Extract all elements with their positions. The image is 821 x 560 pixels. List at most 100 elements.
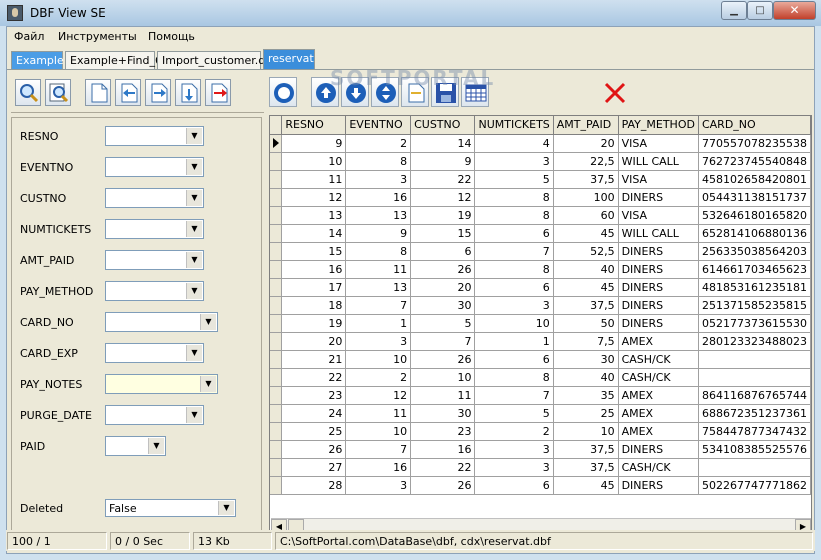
row-indicator[interactable] [270, 440, 283, 459]
table-cell[interactable]: 26 [410, 260, 476, 279]
table-cell[interactable]: 23 [410, 422, 476, 441]
table-cell[interactable]: 8 [345, 152, 412, 171]
field-input-resno[interactable]: ▼ [105, 126, 204, 146]
chevron-down-icon[interactable]: ▼ [200, 314, 216, 330]
table-cell[interactable]: 26 [410, 476, 476, 495]
tab-example-find-6[interactable]: Example+Find_6 [65, 51, 162, 69]
table-cell[interactable]: 1 [345, 314, 412, 333]
table-cell[interactable]: 12 [345, 386, 412, 405]
table-row[interactable]: 11 3 22 5 37,5 VISA 458102658420801 [270, 170, 811, 189]
table-cell[interactable]: 11 [281, 170, 347, 189]
table-cell[interactable]: 614661703465623 [698, 260, 811, 279]
table-row[interactable]: 24 11 30 5 25 AMEX 688672351237361 [270, 404, 811, 423]
menu-help[interactable]: Помощь [148, 30, 195, 43]
table-cell[interactable]: 3 [345, 476, 412, 495]
table-cell[interactable]: 19 [281, 314, 347, 333]
row-indicator[interactable] [270, 260, 283, 279]
table-cell[interactable]: 10 [281, 152, 347, 171]
table-row[interactable]: 17 13 20 6 45 DINERS 481853161235181 [270, 278, 811, 297]
new-record-button[interactable] [85, 79, 111, 106]
table-cell[interactable]: 30 [553, 350, 619, 369]
field-input-numtickets[interactable]: ▼ [105, 219, 204, 239]
table-cell[interactable]: 27 [281, 458, 347, 477]
table-cell[interactable]: 7 [410, 332, 476, 351]
column-header[interactable]: NUMTICKETS [474, 116, 554, 135]
deleted-select[interactable]: False ▼ [105, 499, 236, 517]
table-cell[interactable]: 26 [410, 350, 476, 369]
table-cell[interactable]: 20 [553, 134, 619, 153]
chevron-down-icon[interactable]: ▼ [186, 345, 202, 361]
table-cell[interactable]: 4 [474, 134, 554, 153]
table-cell[interactable]: DINERS [618, 188, 699, 207]
row-indicator[interactable] [270, 296, 283, 315]
row-indicator[interactable] [270, 206, 283, 225]
table-cell[interactable]: 50 [553, 314, 619, 333]
table-cell[interactable]: CASH/CK [618, 458, 699, 477]
table-cell[interactable]: 20 [410, 278, 476, 297]
table-cell[interactable]: 16 [345, 188, 412, 207]
table-cell[interactable]: AMEX [618, 332, 699, 351]
table-cell[interactable]: DINERS [618, 278, 699, 297]
table-cell[interactable]: 14 [281, 224, 347, 243]
chevron-down-icon[interactable]: ▼ [186, 159, 202, 175]
menu-file[interactable]: Файл [14, 30, 44, 43]
table-cell[interactable]: CASH/CK [618, 368, 699, 387]
table-cell[interactable]: 16 [281, 260, 347, 279]
search-button[interactable] [15, 79, 41, 106]
table-cell[interactable]: 3 [345, 332, 412, 351]
table-cell[interactable]: 20 [281, 332, 347, 351]
table-cell[interactable]: 2 [345, 368, 412, 387]
column-header[interactable]: RESNO [281, 116, 347, 135]
table-row[interactable]: 19 1 5 10 50 DINERS 052177373615530 [270, 314, 811, 333]
chevron-down-icon[interactable]: ▼ [148, 438, 164, 454]
table-cell[interactable]: 26 [281, 440, 347, 459]
row-indicator[interactable] [270, 224, 283, 243]
table-cell[interactable]: DINERS [618, 296, 699, 315]
row-indicator[interactable] [270, 278, 283, 297]
table-cell[interactable]: 758447877347432 [698, 422, 811, 441]
table-cell[interactable]: 2 [345, 134, 412, 153]
field-input-card-no[interactable]: ▼ [105, 312, 218, 332]
table-row[interactable]: 28 3 26 6 45 DINERS 502267747771862 [270, 476, 811, 495]
table-cell[interactable]: 30 [410, 296, 476, 315]
table-cell[interactable]: 30 [410, 404, 476, 423]
field-input-amt-paid[interactable]: ▼ [105, 250, 204, 270]
next-record-button[interactable] [145, 79, 171, 106]
table-cell[interactable]: 7 [345, 296, 412, 315]
table-cell[interactable]: DINERS [618, 314, 699, 333]
table-row[interactable]: 14 9 15 6 45 WILL CALL 652814106880136 [270, 224, 811, 243]
row-indicator[interactable] [270, 422, 283, 441]
table-cell[interactable]: 10 [345, 350, 412, 369]
table-cell[interactable]: 10 [553, 422, 619, 441]
table-cell[interactable]: VISA [618, 170, 699, 189]
field-input-eventno[interactable]: ▼ [105, 157, 204, 177]
row-indicator[interactable] [270, 134, 283, 153]
table-cell[interactable]: 45 [553, 476, 619, 495]
table-cell[interactable]: 19 [410, 206, 476, 225]
table-cell[interactable]: WILL CALL [618, 152, 699, 171]
table-cell[interactable]: 22 [410, 458, 476, 477]
table-cell[interactable]: 3 [474, 296, 554, 315]
column-header[interactable]: EVENTNO [345, 116, 412, 135]
table-cell[interactable]: 280123323488023 [698, 332, 811, 351]
table-cell[interactable]: 37,5 [553, 440, 619, 459]
table-cell[interactable]: 054431138151737 [698, 188, 811, 207]
table-cell[interactable]: AMEX [618, 422, 699, 441]
table-cell[interactable]: 23 [281, 386, 347, 405]
table-cell[interactable] [698, 368, 811, 387]
table-cell[interactable]: 502267747771862 [698, 476, 811, 495]
table-cell[interactable]: 14 [410, 134, 476, 153]
row-indicator[interactable] [270, 170, 283, 189]
table-cell[interactable]: AMEX [618, 386, 699, 405]
table-cell[interactable]: 6 [410, 242, 476, 261]
table-cell[interactable]: 25 [553, 404, 619, 423]
row-indicator[interactable] [270, 332, 283, 351]
table-cell[interactable]: 256335038564203 [698, 242, 811, 261]
row-indicator[interactable] [270, 368, 283, 387]
table-cell[interactable] [698, 458, 811, 477]
table-row[interactable]: 20 3 7 1 7,5 AMEX 280123323488023 [270, 332, 811, 351]
table-cell[interactable]: 28 [281, 476, 347, 495]
chevron-down-icon[interactable]: ▼ [186, 283, 202, 299]
table-cell[interactable]: 8 [474, 368, 554, 387]
table-cell[interactable]: 6 [474, 476, 554, 495]
